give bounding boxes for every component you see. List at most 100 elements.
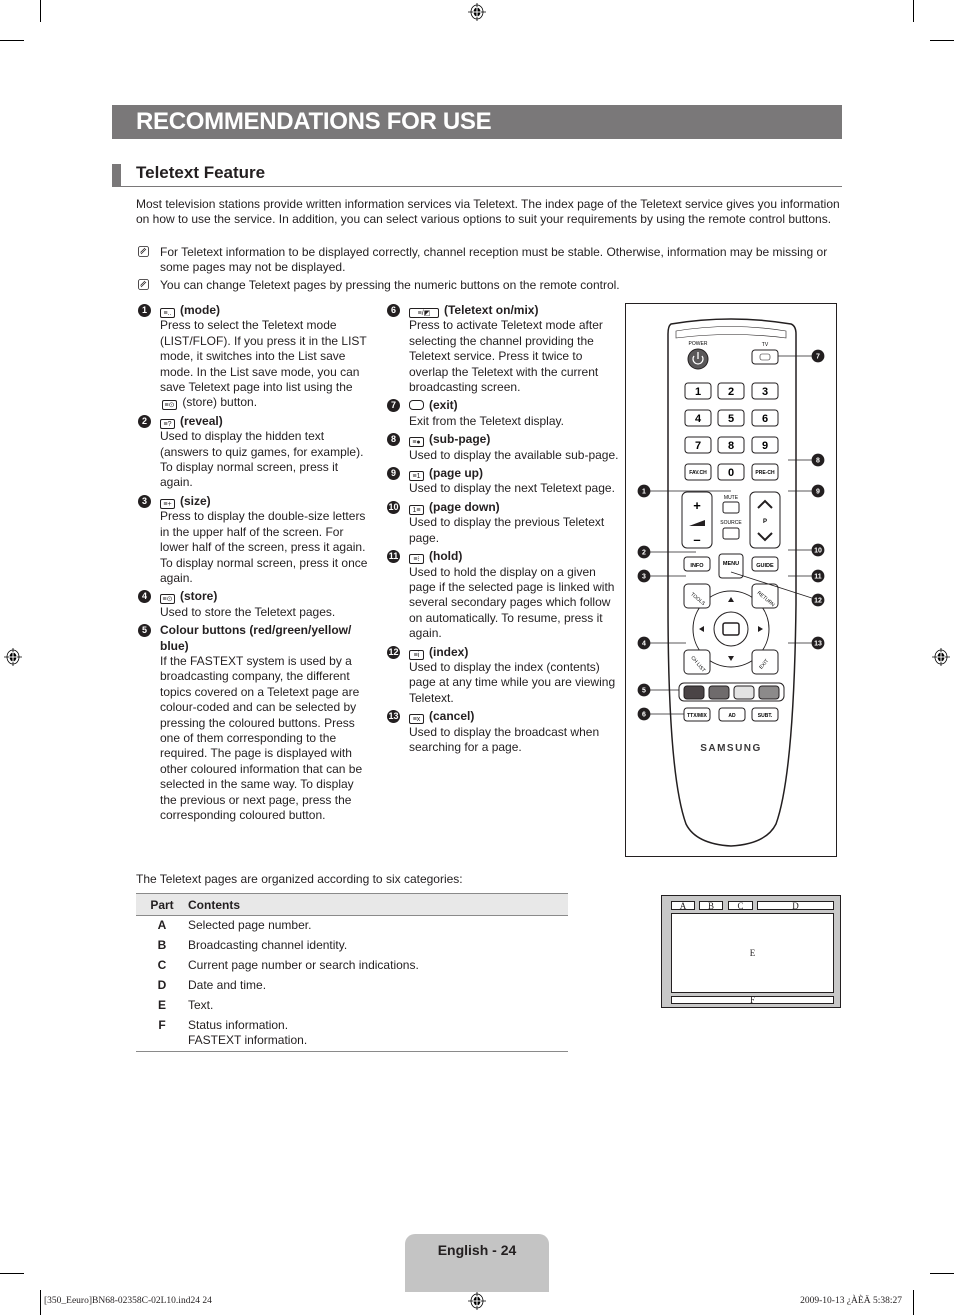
contents-cell: Date and time. xyxy=(188,978,267,992)
number-badge: 10 xyxy=(387,500,400,514)
contents-cell: Current page number or search indication… xyxy=(188,958,419,972)
number-key-label: 7 xyxy=(695,440,701,452)
title-bar: RECOMMENDATIONS FOR USE xyxy=(112,105,842,139)
table-row: C Current page number or search indicatio… xyxy=(136,956,568,976)
column-header-part: Part xyxy=(136,893,188,916)
crop-mark xyxy=(40,1290,41,1315)
print-slug-left: [350_Eeuro]BN68-02358C-02L10.ind24 24 xyxy=(44,1296,212,1306)
item-label: (exit) xyxy=(429,398,458,413)
contents-cell: Selected page number. xyxy=(188,918,312,932)
items-column-left: 1 ≡.. (mode) Press to select the Teletext… xyxy=(136,303,368,826)
number-badge: 6 xyxy=(387,304,400,317)
tv-label: TV xyxy=(762,342,769,348)
part-cell: C xyxy=(157,958,167,972)
item-label: (mode) xyxy=(180,303,220,317)
number-key-label: 4 xyxy=(695,413,702,425)
colour-button xyxy=(683,685,705,700)
note-icon xyxy=(138,279,149,290)
registration-mark-icon xyxy=(468,1292,486,1310)
registration-mark-icon xyxy=(4,648,22,666)
diagram-region-a: A xyxy=(671,901,695,911)
item-text: Used to display the broadcast when searc… xyxy=(409,724,600,754)
svg-text:AD: AD xyxy=(728,713,736,719)
svg-text:INFO: INFO xyxy=(690,563,704,569)
store-icon: ≡⊙ xyxy=(162,400,177,411)
number-key-label: 5 xyxy=(728,413,734,425)
list-item: 12 ≡i (index) Used to display the index (… xyxy=(385,645,623,707)
exit-icon xyxy=(409,400,424,411)
store-icon: ≡⊙ xyxy=(160,594,175,605)
svg-text:–: – xyxy=(693,532,700,547)
svg-text:GUIDE: GUIDE xyxy=(756,563,774,569)
table-header-row: Part Contents xyxy=(136,893,568,916)
size-icon: ≡+ xyxy=(160,498,175,509)
item-label: (sub-page) xyxy=(429,432,491,447)
number-badge: 13 xyxy=(387,710,400,724)
item-text: Used to display the index (contents) pag… xyxy=(409,659,616,705)
table-row: E Text. xyxy=(136,996,568,1016)
number-key-label: 9 xyxy=(762,440,768,452)
callout-number: 12 xyxy=(814,598,822,605)
part-cell: F xyxy=(136,1016,188,1052)
teletext-mix-icon: ≡/◩ xyxy=(409,308,439,318)
section-title: Teletext Feature xyxy=(136,163,266,182)
number-key-label: FAV.CH xyxy=(689,470,707,476)
item-label: (store) xyxy=(180,589,218,604)
number-key-label: PRE-CH xyxy=(755,470,775,476)
page-down-icon: 1≡ xyxy=(409,504,424,515)
reveal-icon: ≡? xyxy=(160,418,175,429)
note-text: You can change Teletext pages by pressin… xyxy=(160,278,620,292)
part-cell: D xyxy=(157,978,167,992)
callout-number: 9 xyxy=(816,489,820,496)
sub-page-icon: ≡● xyxy=(409,437,424,448)
item-label: (hold) xyxy=(429,549,463,564)
note: For Teletext information to be displayed… xyxy=(136,245,842,276)
note: You can change Teletext pages by pressin… xyxy=(136,278,842,293)
number-badge: 8 xyxy=(387,433,400,447)
number-badge: 1 xyxy=(138,304,151,317)
item-label: (index) xyxy=(429,644,469,659)
registration-mark-icon xyxy=(468,3,486,21)
hold-icon: ≡⁝ xyxy=(409,554,424,565)
list-item: 7 (exit) Exit from the Teletext display. xyxy=(385,398,623,429)
number-key-label: 0 xyxy=(728,467,734,479)
item-text: Used to display the hidden text (answers… xyxy=(160,429,364,490)
part-cell: E xyxy=(157,998,166,1012)
source-button xyxy=(722,527,740,540)
part-cell: B xyxy=(157,938,167,952)
list-item: 5 Colour buttons (red/green/yellow/ blue… xyxy=(136,623,368,823)
crop-mark xyxy=(913,0,914,22)
callout-number: 6 xyxy=(642,712,646,719)
callout-number: 8 xyxy=(816,458,820,465)
mute-label: MUTE xyxy=(724,495,739,501)
item-label: (cancel) xyxy=(429,709,475,724)
item-text: Press to display the double-size letters… xyxy=(160,509,368,585)
list-item: 2 ≡? (reveal) Used to display the hidden … xyxy=(136,414,368,491)
cancel-icon: ≡x xyxy=(409,714,424,725)
source-label: SOURCE xyxy=(720,520,742,526)
item-label: (reveal) xyxy=(180,413,223,428)
colour-button xyxy=(758,685,780,700)
callout-number: 1 xyxy=(642,489,646,496)
svg-text:MENU: MENU xyxy=(723,561,739,567)
number-key-label: 6 xyxy=(762,413,768,425)
item-text: If the FASTEXT system is used by a broad… xyxy=(160,653,363,822)
svg-text:SUBT.: SUBT. xyxy=(758,713,773,719)
item-label: (page up) xyxy=(429,466,483,481)
number-key-label: 8 xyxy=(728,440,734,452)
items-column-middle: 6 ≡/◩ (Teletext on/mix) Press to activate… xyxy=(385,303,623,758)
parts-table: Part Contents A Selected page number. B Br… xyxy=(136,893,568,1052)
item-text: (store) button. xyxy=(182,395,258,410)
item-text: Press to select the Teletext mode (LIST/… xyxy=(160,318,367,395)
callout-number: 7 xyxy=(816,354,820,361)
diagram-region-d: D xyxy=(757,901,834,911)
item-text: Used to hold the display on a given page… xyxy=(409,564,615,641)
remote-control-icon: POWER TV 1 2 34 5 67 8 9FAV.CH 0 PRE-CH + – P MU… xyxy=(637,318,825,847)
note-text: For Teletext information to be displayed… xyxy=(160,245,828,275)
svg-text:+: + xyxy=(693,498,701,513)
number-badge: 9 xyxy=(387,467,400,481)
item-label: (Teletext on/mix) xyxy=(444,303,539,317)
page-number: English - 24 xyxy=(437,1242,517,1258)
crop-mark xyxy=(913,1290,914,1315)
intro-paragraph: Most television stations provide written… xyxy=(136,197,840,227)
